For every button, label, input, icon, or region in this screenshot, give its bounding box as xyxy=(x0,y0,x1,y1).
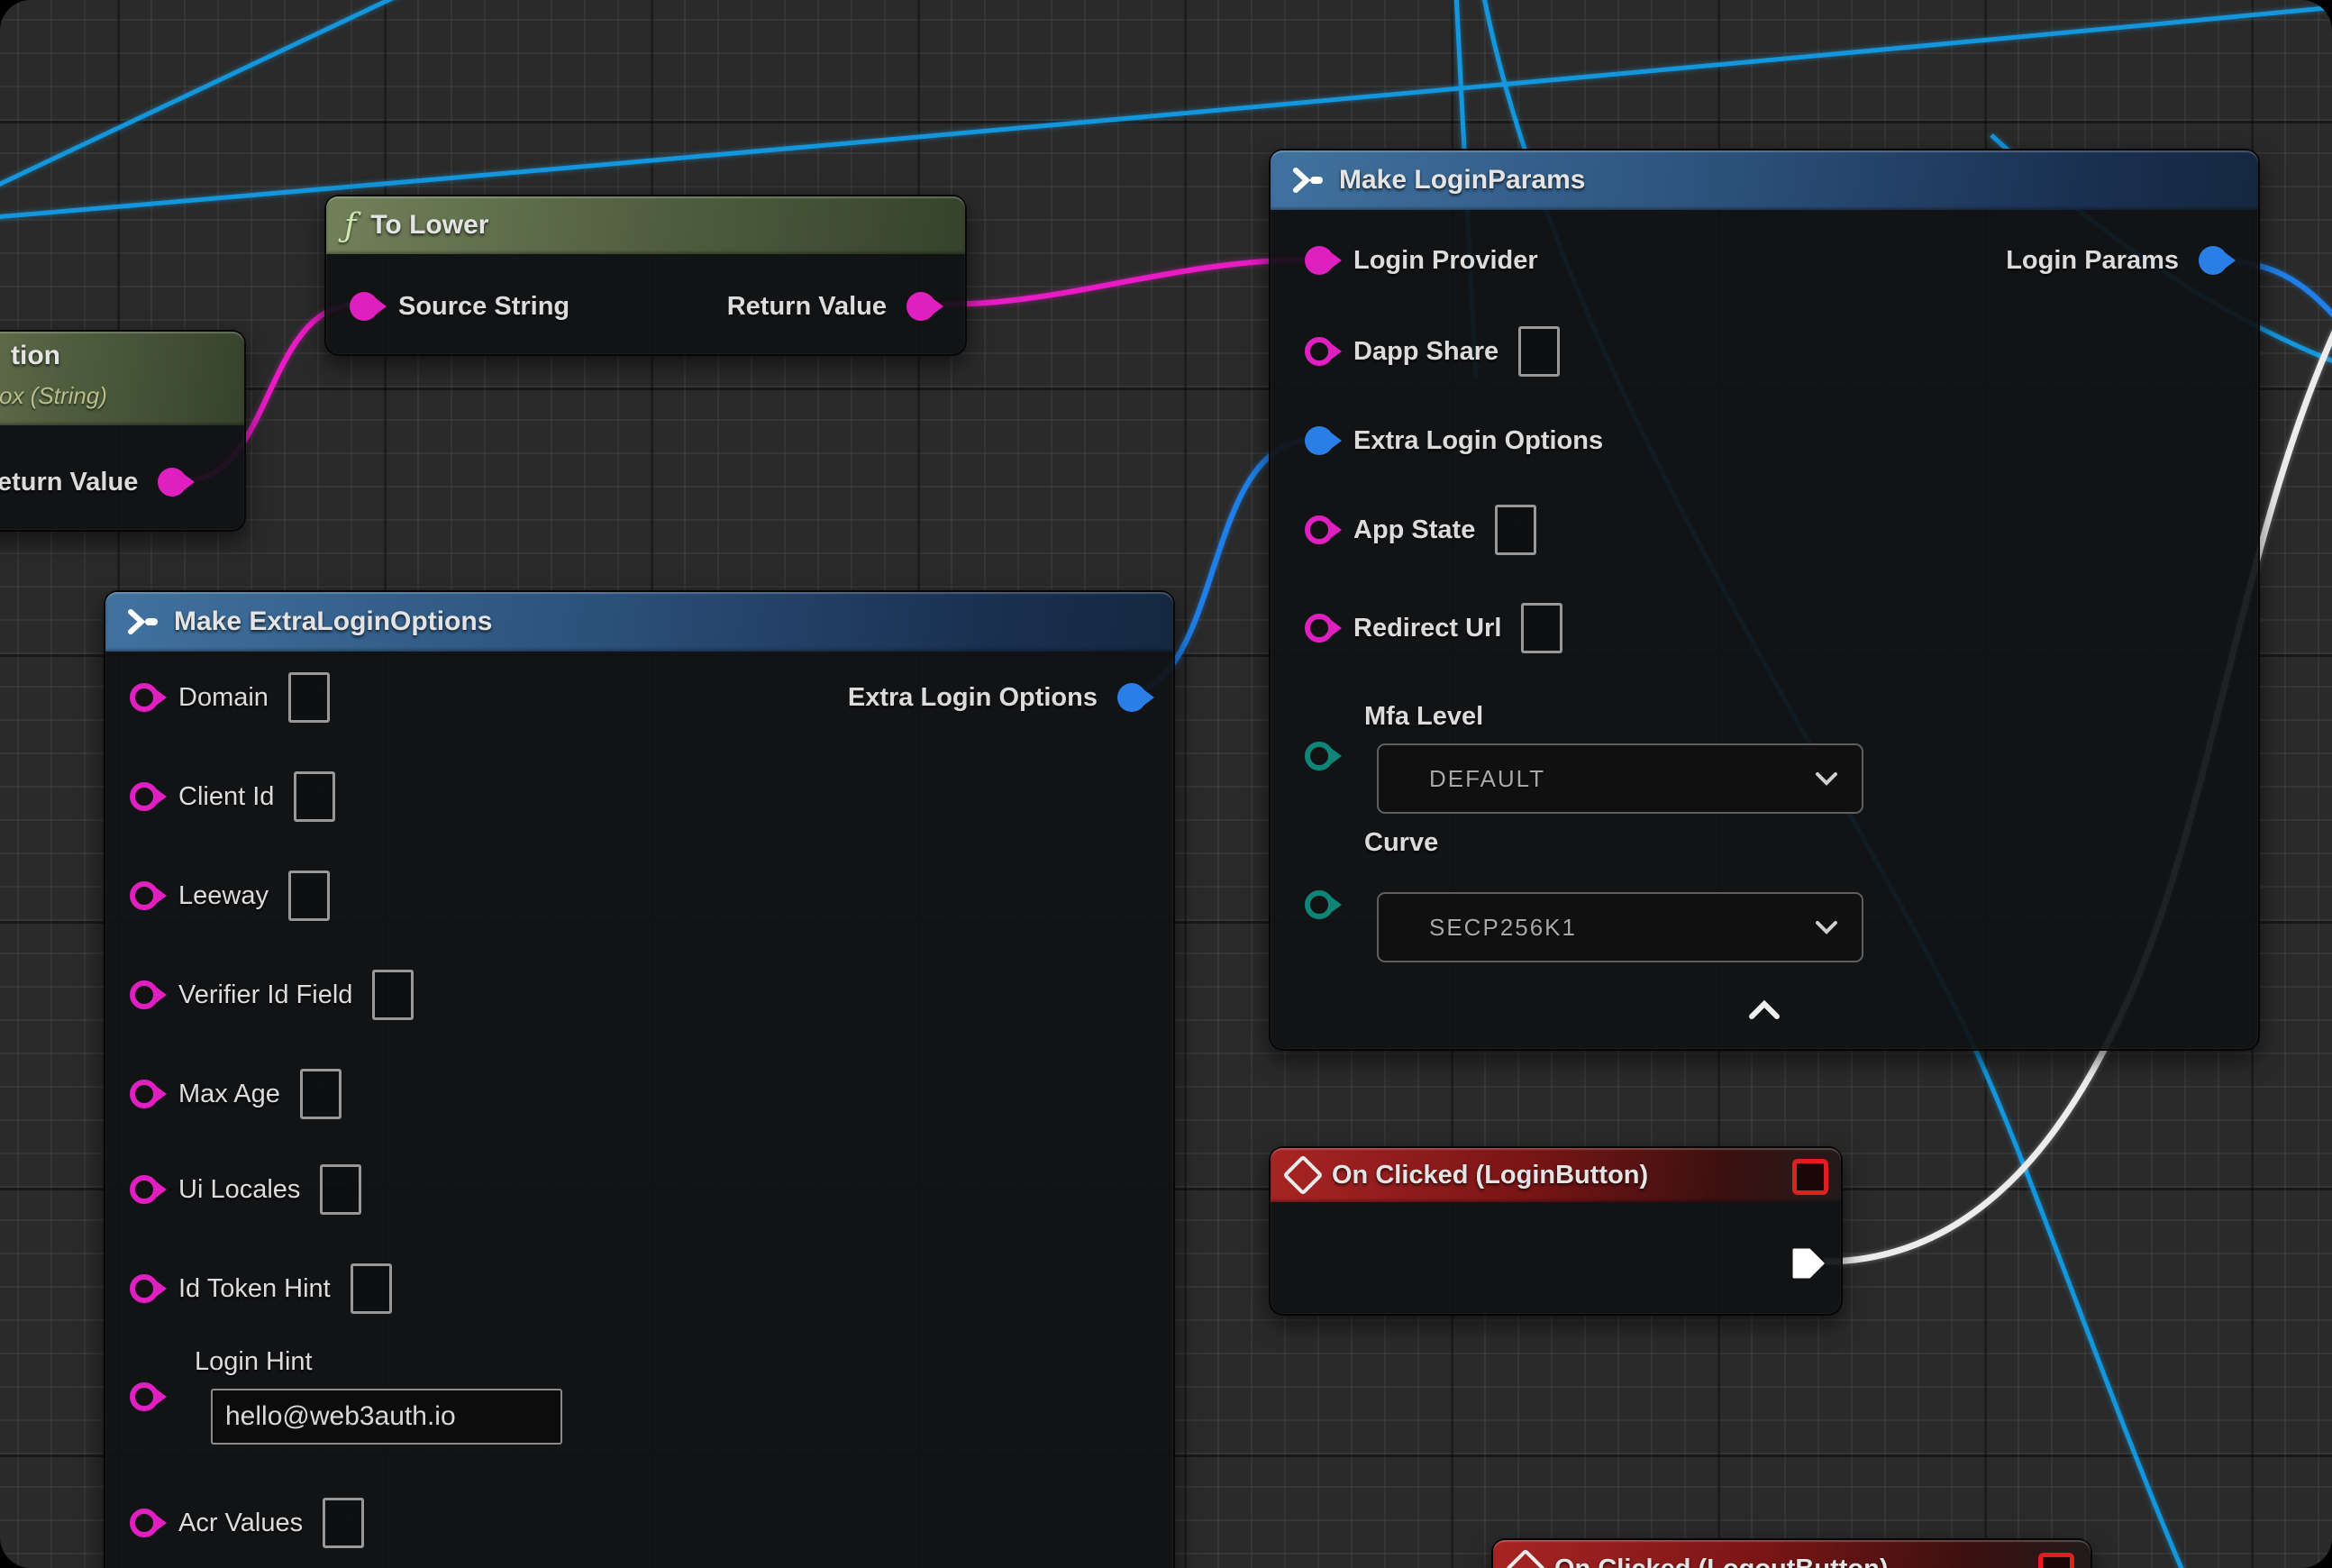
collapse-advanced-pins-button[interactable] xyxy=(1743,996,1786,1025)
node-to-lower-header[interactable]: ƒ To Lower xyxy=(326,196,965,254)
event-diamond-icon xyxy=(1505,1548,1545,1568)
curve-dropdown[interactable]: SECP256K1 xyxy=(1377,892,1863,962)
curve-label: Curve xyxy=(1364,828,1438,858)
delegate-output-pin[interactable] xyxy=(2038,1553,2074,1568)
ui-locales-label: Ui Locales xyxy=(178,1175,300,1205)
node-on-clicked-logout-title: On Clicked (LogoutButton) xyxy=(1554,1554,1889,1568)
leeway-pin[interactable] xyxy=(130,881,159,910)
extra-login-options-input-pin[interactable] xyxy=(1305,426,1334,455)
node-textblock-partial[interactable]: tion ox (String) eturn Value xyxy=(0,330,246,532)
dapp-share-checkbox[interactable] xyxy=(1518,326,1560,377)
chevron-down-icon xyxy=(1815,771,1838,786)
pure-function-icon: ƒ xyxy=(344,207,356,244)
node-make-extra-header[interactable]: Make ExtraLoginOptions xyxy=(105,592,1173,652)
ui-locales-checkbox[interactable] xyxy=(320,1164,361,1215)
login-provider-label: Login Provider xyxy=(1353,246,1538,276)
mfa-level-label: Mfa Level xyxy=(1364,702,1483,732)
app-state-checkbox[interactable] xyxy=(1495,505,1536,555)
extra-login-options-output-label: Extra Login Options xyxy=(848,683,1098,713)
node-to-lower-title: To Lower xyxy=(370,210,488,241)
node-make-extra-title: Make ExtraLoginOptions xyxy=(174,606,492,637)
verifier-id-field-label: Verifier Id Field xyxy=(178,980,352,1010)
node-on-clicked-login-header[interactable]: On Clicked (LoginButton) xyxy=(1271,1148,1841,1202)
delegate-output-pin[interactable] xyxy=(1792,1159,1828,1195)
node-textblock-title: tion xyxy=(11,341,60,371)
mfa-level-value: DEFAULT xyxy=(1429,765,1545,793)
node-make-login-params-header[interactable]: Make LoginParams xyxy=(1271,150,2258,210)
to-lower-return-value-pin[interactable] xyxy=(906,292,935,321)
node-make-login-params-title: Make LoginParams xyxy=(1339,165,1585,196)
chevron-up-icon xyxy=(1746,998,1782,1022)
extra-login-options-output-pin[interactable] xyxy=(1117,683,1146,712)
node-make-login-params[interactable]: Make LoginParams Login Params Login Prov… xyxy=(1269,149,2260,1051)
node-textblock-header[interactable]: tion ox (String) xyxy=(0,332,244,425)
login-hint-label: Login Hint xyxy=(195,1347,313,1377)
client-id-checkbox[interactable] xyxy=(294,771,335,822)
curve-pin[interactable] xyxy=(1305,890,1334,919)
id-token-hint-label: Id Token Hint xyxy=(178,1274,331,1304)
client-id-pin[interactable] xyxy=(130,782,159,811)
extra-login-options-input-label: Extra Login Options xyxy=(1353,426,1603,456)
wire-return-to-login-provider[interactable] xyxy=(912,260,1314,305)
node-to-lower[interactable]: ƒ To Lower Source String Return Value xyxy=(324,195,967,356)
curve-value: SECP256K1 xyxy=(1429,914,1577,942)
to-lower-return-value-label: Return Value xyxy=(727,292,887,322)
exec-output-pin[interactable] xyxy=(1790,1245,1826,1281)
acr-values-pin[interactable] xyxy=(130,1509,159,1537)
blueprint-canvas[interactable]: tion ox (String) eturn Value ƒ To Lower … xyxy=(0,0,2332,1568)
source-string-pin[interactable] xyxy=(350,292,378,321)
domain-checkbox[interactable] xyxy=(288,672,330,723)
source-string-label: Source String xyxy=(398,292,569,322)
leeway-checkbox[interactable] xyxy=(288,871,330,921)
redirect-url-checkbox[interactable] xyxy=(1521,603,1562,653)
wire-cyan-topleft-steep[interactable] xyxy=(0,0,404,187)
dapp-share-pin[interactable] xyxy=(1305,337,1334,366)
node-make-extra-login-options[interactable]: Make ExtraLoginOptions Extra Login Optio… xyxy=(104,590,1175,1568)
dapp-share-label: Dapp Share xyxy=(1353,337,1498,367)
app-state-pin[interactable] xyxy=(1305,515,1334,544)
leeway-label: Leeway xyxy=(178,881,269,911)
login-params-output-label: Login Params xyxy=(2006,246,2179,276)
acr-values-checkbox[interactable] xyxy=(323,1498,364,1548)
textblock-return-value-label: eturn Value xyxy=(0,468,138,497)
event-diamond-icon xyxy=(1282,1154,1323,1195)
domain-pin[interactable] xyxy=(130,683,159,712)
node-on-clicked-logout-header[interactable]: On Clicked (LogoutButton) xyxy=(1493,1540,2091,1568)
node-on-clicked-login-title: On Clicked (LoginButton) xyxy=(1332,1161,1648,1190)
login-provider-pin[interactable] xyxy=(1305,246,1334,275)
id-token-hint-pin[interactable] xyxy=(130,1274,159,1303)
node-on-clicked-logout-button[interactable]: On Clicked (LogoutButton) xyxy=(1491,1538,2092,1568)
max-age-checkbox[interactable] xyxy=(300,1069,342,1119)
domain-label: Domain xyxy=(178,683,269,713)
redirect-url-pin[interactable] xyxy=(1305,614,1334,643)
verifier-id-field-pin[interactable] xyxy=(130,980,159,1009)
login-params-output-pin[interactable] xyxy=(2199,246,2227,275)
app-state-label: App State xyxy=(1353,515,1475,545)
make-struct-icon xyxy=(123,606,159,637)
login-hint-input[interactable] xyxy=(211,1389,562,1445)
node-on-clicked-login-button[interactable]: On Clicked (LoginButton) xyxy=(1269,1146,1843,1316)
max-age-label: Max Age xyxy=(178,1080,280,1109)
textblock-return-value-pin[interactable] xyxy=(158,468,187,497)
chevron-down-icon xyxy=(1815,920,1838,934)
redirect-url-label: Redirect Url xyxy=(1353,614,1501,643)
mfa-level-pin[interactable] xyxy=(1305,742,1334,770)
node-textblock-subtitle: ox (String) xyxy=(0,382,107,410)
acr-values-label: Acr Values xyxy=(178,1509,303,1538)
verifier-id-field-checkbox[interactable] xyxy=(372,970,414,1020)
make-struct-icon xyxy=(1289,165,1325,196)
mfa-level-dropdown[interactable]: DEFAULT xyxy=(1377,743,1863,814)
login-hint-pin[interactable] xyxy=(130,1382,159,1411)
client-id-label: Client Id xyxy=(178,782,274,812)
max-age-pin[interactable] xyxy=(130,1080,159,1108)
id-token-hint-checkbox[interactable] xyxy=(351,1263,392,1314)
ui-locales-pin[interactable] xyxy=(130,1175,159,1204)
